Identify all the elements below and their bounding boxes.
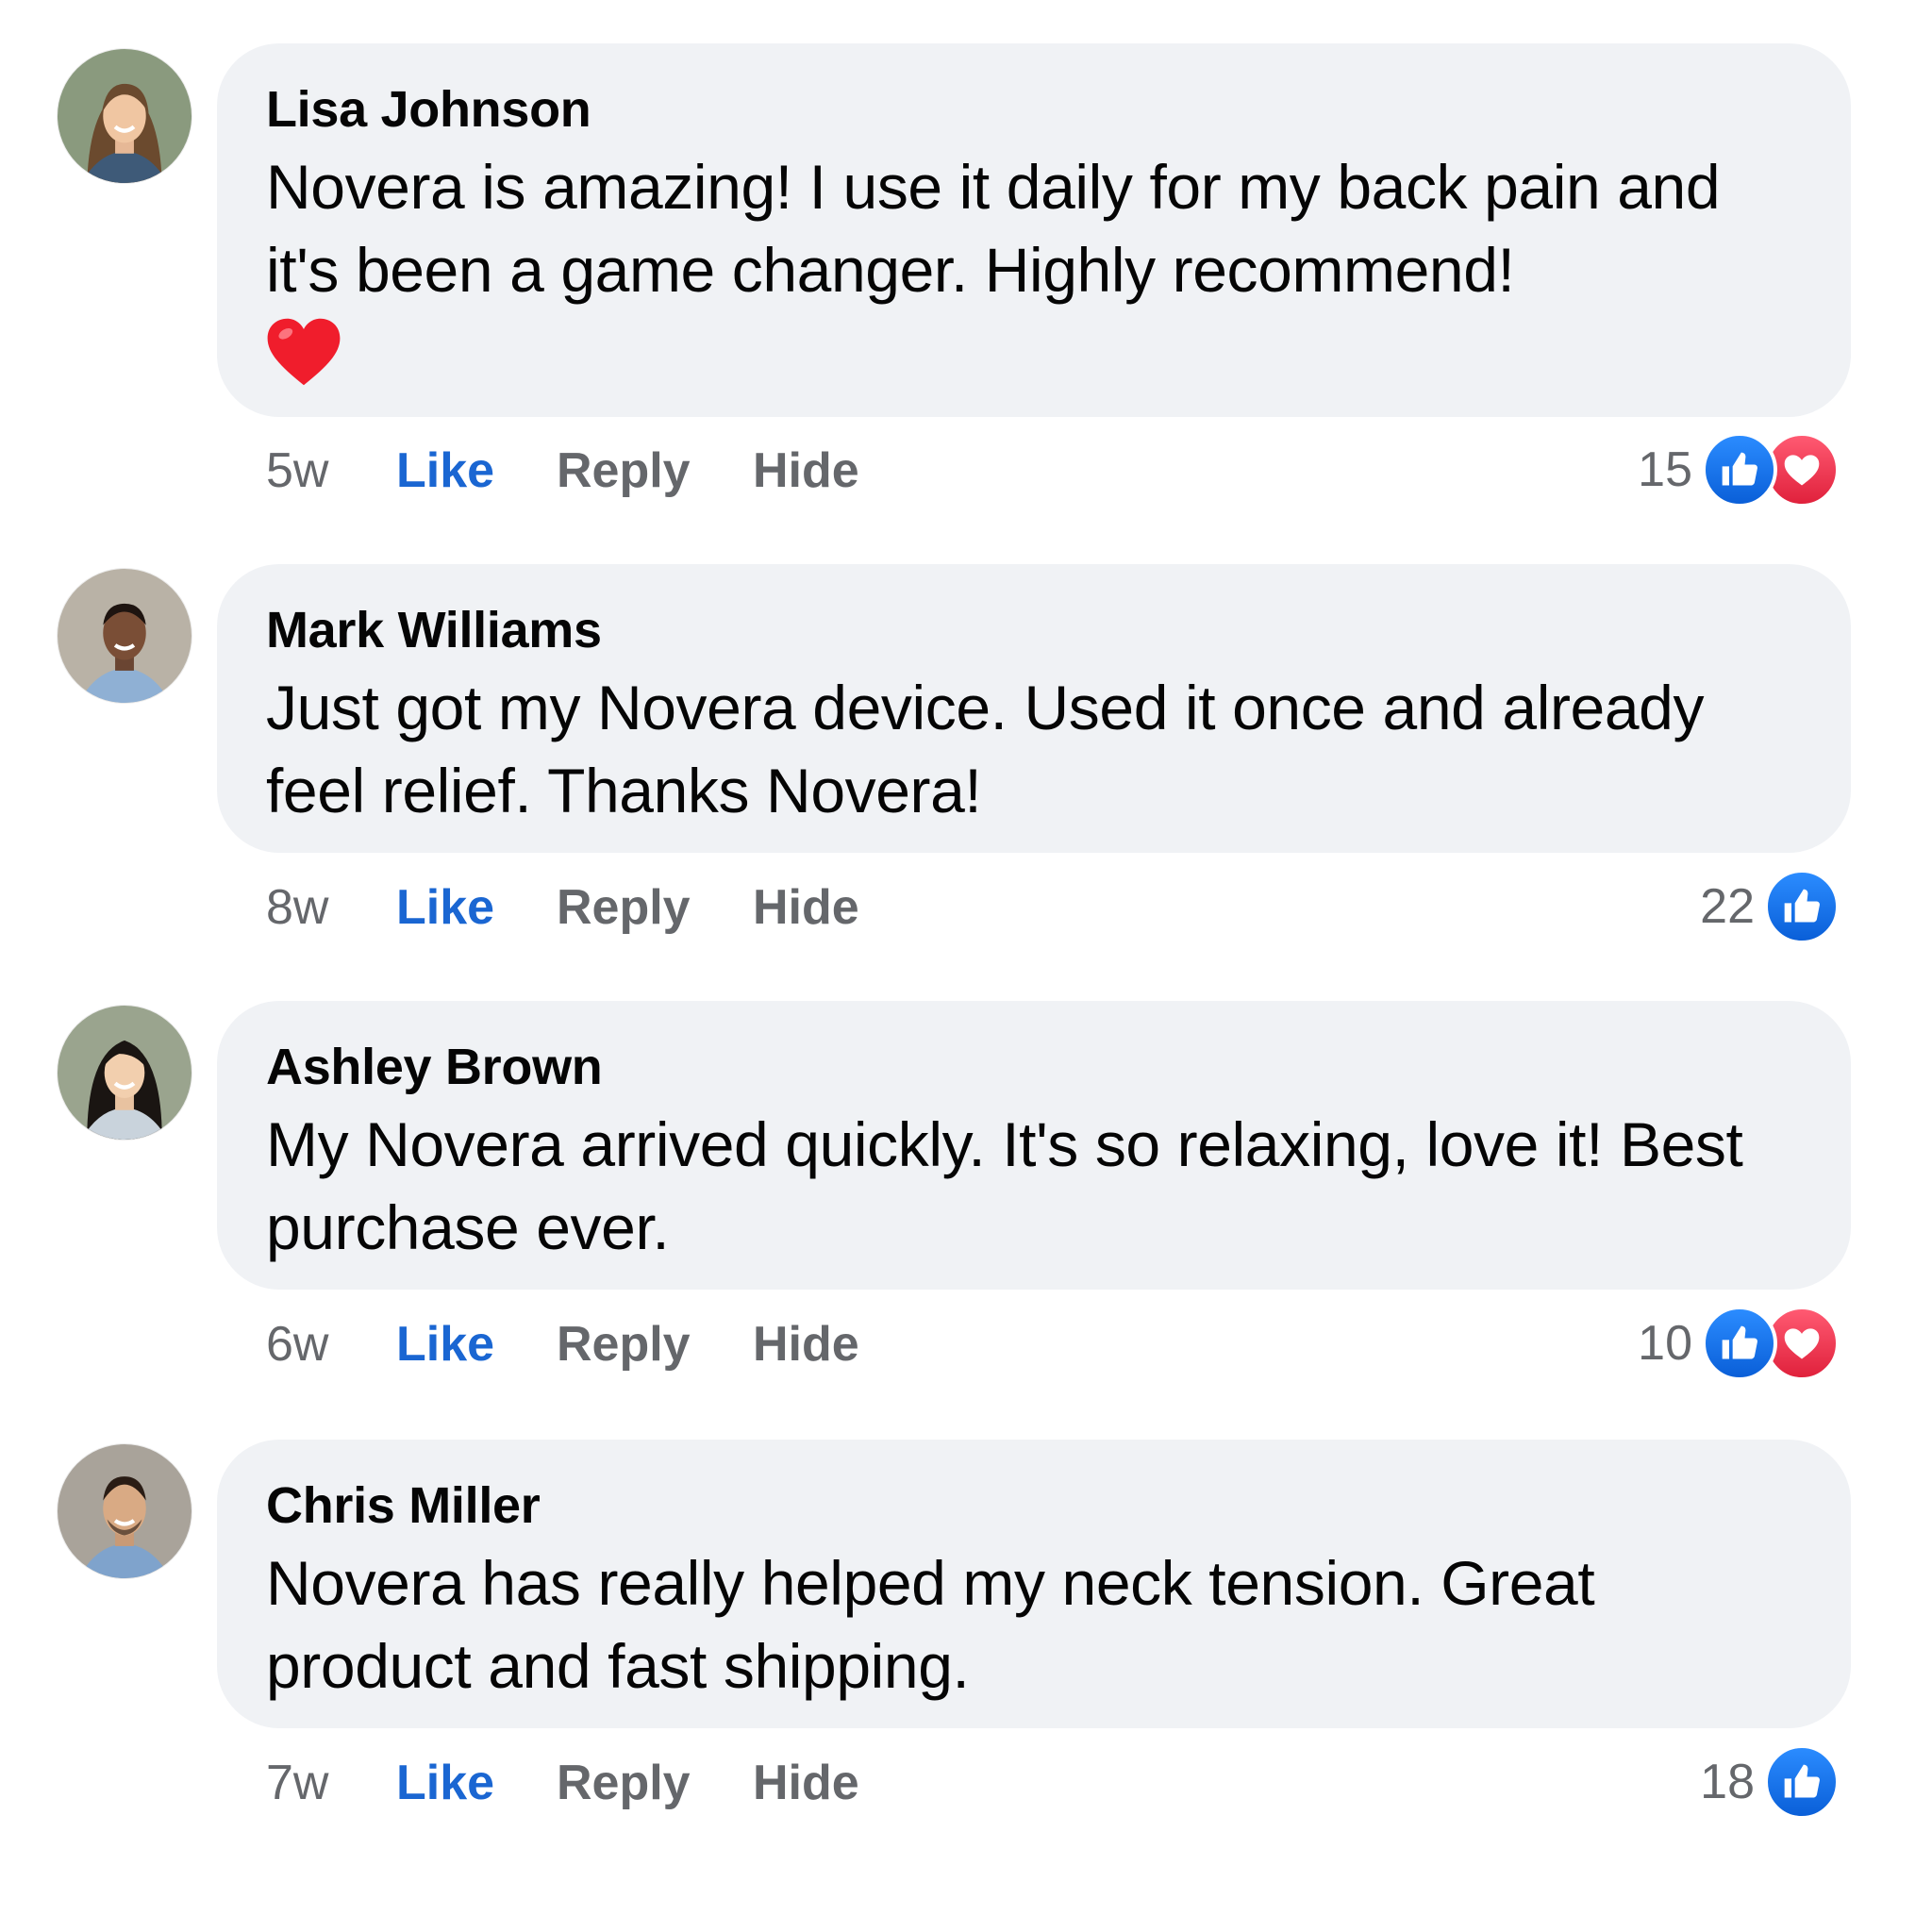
avatar[interactable] [58, 49, 192, 183]
comment-author[interactable]: Lisa Johnson [266, 81, 1802, 138]
comment-author[interactable]: Ashley Brown [266, 1039, 1802, 1095]
comment-text: Novera is amazing! I use it daily for my… [266, 152, 1721, 305]
like-icon [1764, 869, 1840, 944]
avatar[interactable] [58, 569, 192, 703]
like-button[interactable]: Like [396, 879, 557, 936]
reaction-summary[interactable]: 10 [1638, 1306, 1840, 1381]
comment-actions: 8w Like Reply Hide [266, 877, 859, 938]
comment-bubble: Ashley Brown My Novera arrived quickly. … [217, 1001, 1851, 1290]
comment-text: My Novera arrived quickly. It's so relax… [266, 1109, 1743, 1262]
avatar[interactable] [58, 1006, 192, 1140]
comment-text: Novera has really helped my neck tension… [266, 1548, 1595, 1701]
like-icon [1702, 432, 1777, 508]
comment-timestamp[interactable]: 6w [266, 1316, 396, 1373]
reaction-count: 18 [1700, 1755, 1755, 1809]
comment-author[interactable]: Chris Miller [266, 1477, 1802, 1534]
comment-timestamp[interactable]: 7w [266, 1755, 396, 1811]
hide-button[interactable]: Hide [753, 1316, 859, 1373]
comment-timestamp[interactable]: 8w [266, 879, 396, 936]
reaction-count: 10 [1638, 1316, 1692, 1371]
reaction-summary[interactable]: 18 [1700, 1744, 1840, 1820]
reply-button[interactable]: Reply [557, 1316, 753, 1373]
comment-bubble: Mark Williams Just got my Novera device.… [217, 564, 1851, 853]
reply-button[interactable]: Reply [557, 879, 753, 936]
like-icon [1702, 1306, 1777, 1381]
reaction-count: 15 [1638, 442, 1692, 497]
avatar[interactable] [58, 1444, 192, 1578]
comment-actions: 6w Like Reply Hide [266, 1314, 859, 1374]
comment-actions: 5w Like Reply Hide [266, 441, 859, 501]
hide-button[interactable]: Hide [753, 442, 859, 499]
comment-bubble: Chris Miller Novera has really helped my… [217, 1440, 1851, 1728]
reaction-count: 22 [1700, 879, 1755, 934]
reaction-summary[interactable]: 15 [1638, 432, 1840, 508]
like-button[interactable]: Like [396, 442, 557, 499]
like-button[interactable]: Like [396, 1755, 557, 1811]
hide-button[interactable]: Hide [753, 879, 859, 936]
like-button[interactable]: Like [396, 1316, 557, 1373]
comment-author[interactable]: Mark Williams [266, 602, 1802, 658]
hide-button[interactable]: Hide [753, 1755, 859, 1811]
comment-timestamp[interactable]: 5w [266, 442, 396, 499]
reaction-summary[interactable]: 22 [1700, 869, 1840, 944]
like-icon [1764, 1744, 1840, 1820]
comment-actions: 7w Like Reply Hide [266, 1753, 859, 1813]
reply-button[interactable]: Reply [557, 442, 753, 499]
reply-button[interactable]: Reply [557, 1755, 753, 1811]
heart-emoji-icon [267, 318, 341, 386]
comment-bubble: Lisa Johnson Novera is amazing! I use it… [217, 43, 1851, 417]
comment-text: Just got my Novera device. Used it once … [266, 673, 1705, 825]
